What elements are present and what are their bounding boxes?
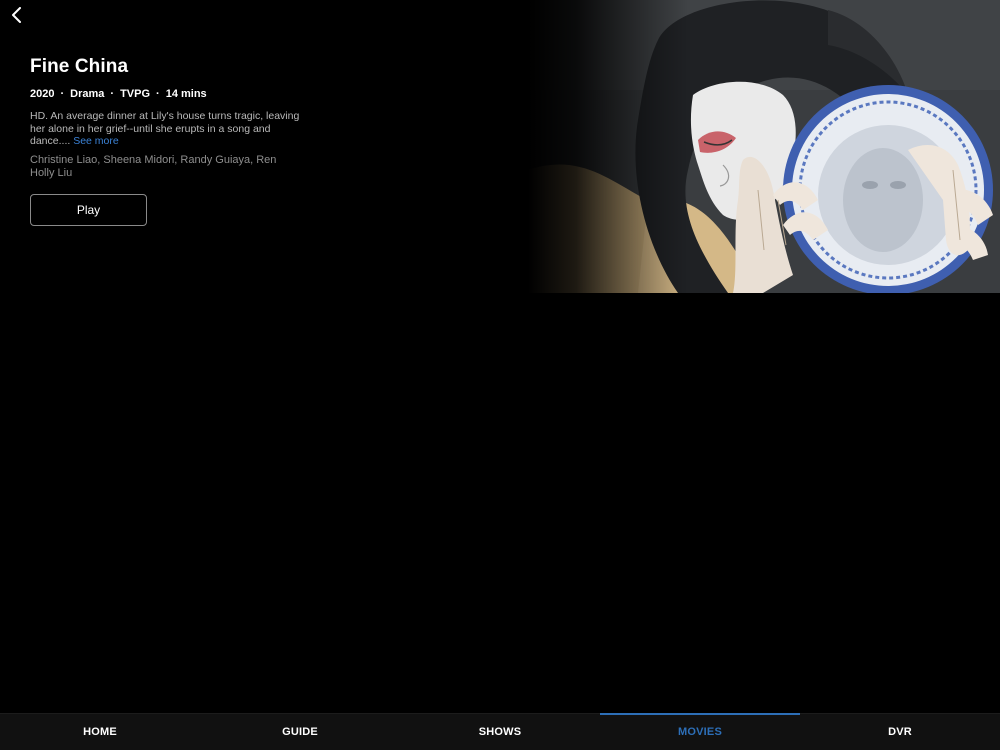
description-text: HD. An average dinner at Lily's house tu… — [30, 110, 300, 147]
tab-home[interactable]: HOME — [0, 714, 200, 750]
tab-dvr[interactable]: DVR — [800, 714, 1000, 750]
program-cast: Christine Liao, Sheena Midori, Randy Gui… — [30, 153, 277, 179]
tab-guide[interactable]: GUIDE — [200, 714, 400, 750]
program-title: Fine China — [30, 56, 129, 77]
hero-artwork — [528, 0, 1000, 293]
see-more-link[interactable]: See more — [73, 135, 119, 147]
program-genre: Drama — [70, 88, 105, 100]
meta-separator: · — [60, 88, 65, 100]
meta-separator: · — [110, 88, 115, 100]
hero-fade-overlay — [528, 0, 688, 293]
program-year: 2020 — [30, 88, 55, 100]
chevron-left-icon — [12, 7, 21, 23]
program-duration: 14 mins — [165, 88, 207, 100]
back-button[interactable] — [6, 4, 28, 26]
program-description: HD. An average dinner at Lily's house tu… — [30, 110, 300, 148]
program-detail-screen: Fine China 2020 · Drama · TVPG · 14 mins… — [0, 0, 1000, 750]
tab-shows[interactable]: SHOWS — [400, 714, 600, 750]
meta-separator: · — [156, 88, 160, 100]
program-meta: 2020 · Drama · TVPG · 14 mins — [30, 87, 300, 101]
bottom-tab-bar: HOME GUIDE SHOWS MOVIES DVR — [0, 713, 1000, 750]
tab-movies[interactable]: MOVIES — [600, 713, 800, 750]
program-details: Fine China 2020 · Drama · TVPG · 14 mins… — [30, 56, 300, 226]
play-button[interactable]: Play — [30, 193, 147, 226]
program-rating: TVPG — [120, 88, 151, 100]
